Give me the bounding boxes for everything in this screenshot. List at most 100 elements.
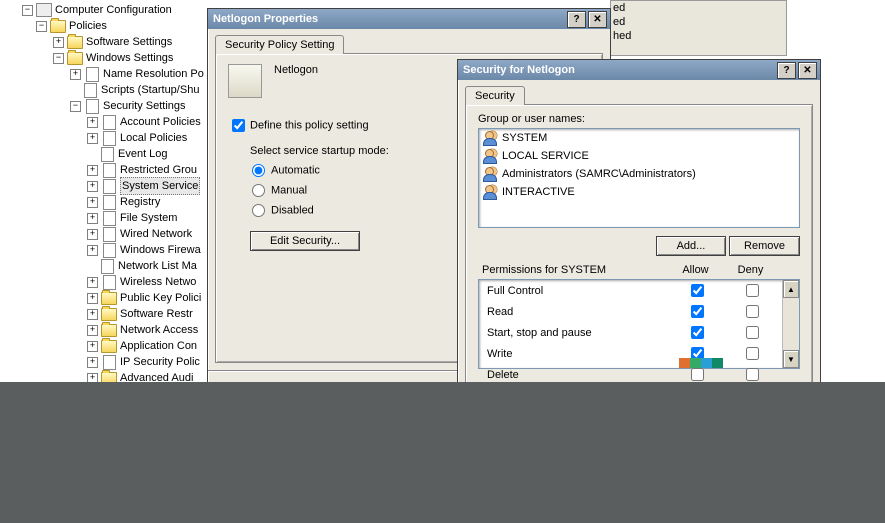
expand-icon[interactable]: +	[87, 277, 98, 288]
tree-item[interactable]: Software Restr	[120, 306, 193, 322]
tree-item[interactable]: Security Settings	[103, 98, 186, 114]
expand-icon[interactable]: +	[87, 213, 98, 224]
tree-item[interactable]: Scripts (Startup/Shu	[101, 82, 199, 98]
deny-checkbox[interactable]	[746, 284, 759, 297]
allow-checkbox[interactable]	[691, 284, 704, 297]
help-button[interactable]: ?	[777, 62, 796, 79]
help-button[interactable]: ?	[567, 11, 586, 28]
policy-icon	[103, 243, 116, 258]
service-name: Netlogon	[274, 64, 318, 76]
tree-item[interactable]: Wired Network	[120, 226, 192, 242]
gpo-tree[interactable]: −Computer Configuration −Policies +Softw…	[22, 2, 217, 382]
perm-name: Delete	[487, 369, 669, 381]
policy-icon	[103, 227, 116, 242]
radio-label: Automatic	[271, 164, 320, 176]
tree-item[interactable]: Account Policies	[120, 114, 201, 130]
expand-icon[interactable]: +	[87, 197, 98, 208]
tree-item[interactable]: Software Settings	[86, 34, 172, 50]
expand-icon[interactable]: +	[87, 245, 98, 256]
scrollbar[interactable]: ▲ ▼	[782, 280, 799, 368]
permission-row: Start, stop and pause	[479, 322, 783, 343]
expand-icon[interactable]: +	[53, 37, 64, 48]
bg-text: hed	[611, 29, 786, 43]
expand-icon[interactable]: +	[87, 229, 98, 240]
deny-checkbox[interactable]	[746, 347, 759, 360]
tree-item[interactable]: Wireless Netwo	[120, 274, 196, 290]
deny-checkbox[interactable]	[746, 326, 759, 339]
expand-icon[interactable]: +	[87, 357, 98, 368]
radio-disabled[interactable]	[252, 204, 265, 217]
expand-icon[interactable]: +	[87, 181, 98, 192]
policy-icon	[103, 115, 116, 130]
allow-checkbox[interactable]	[691, 368, 704, 381]
expand-icon[interactable]: +	[87, 117, 98, 128]
expand-icon[interactable]: +	[87, 309, 98, 320]
perm-name: Write	[487, 348, 669, 360]
radio-manual[interactable]	[252, 184, 265, 197]
collapse-icon[interactable]: −	[36, 21, 47, 32]
tab-security-policy[interactable]: Security Policy Setting	[215, 35, 344, 54]
tree-item[interactable]: Network Access	[120, 322, 198, 338]
policy-icon	[103, 275, 116, 290]
perm-name: Full Control	[487, 285, 669, 297]
radio-automatic[interactable]	[252, 164, 265, 177]
scroll-up-icon[interactable]: ▲	[783, 280, 799, 298]
radio-label: Manual	[271, 184, 307, 196]
folder-icon	[67, 52, 83, 65]
tree-item[interactable]: Event Log	[118, 146, 168, 162]
tree-item[interactable]: Local Policies	[120, 130, 187, 146]
group-label: Group or user names:	[478, 113, 800, 125]
tree-item[interactable]: Application Con	[120, 338, 197, 354]
permission-row: Full Control	[479, 280, 783, 301]
lower-region	[0, 382, 885, 523]
tree-item[interactable]: Windows Firewa	[120, 242, 201, 258]
collapse-icon[interactable]: −	[53, 53, 64, 64]
collapse-icon[interactable]: −	[70, 101, 81, 112]
expand-icon[interactable]: +	[87, 165, 98, 176]
tree-item[interactable]: Public Key Polici	[120, 290, 201, 306]
deny-header: Deny	[723, 264, 778, 276]
expand-icon[interactable]: +	[87, 133, 98, 144]
tree-item[interactable]: IP Security Polic	[120, 354, 200, 370]
script-icon	[84, 83, 97, 98]
define-policy-checkbox[interactable]	[232, 119, 245, 132]
bg-text: ed	[611, 15, 786, 29]
titlebar[interactable]: Security for Netlogon ? ✕	[458, 60, 820, 80]
policy-icon	[101, 147, 114, 162]
users-listbox[interactable]: SYSTEM LOCAL SERVICE Administrators (SAM…	[478, 128, 800, 228]
expand-icon[interactable]: +	[87, 341, 98, 352]
close-button[interactable]: ✕	[588, 11, 607, 28]
tree-item[interactable]: Windows Settings	[86, 50, 173, 66]
tree-item[interactable]: Network List Ma	[118, 258, 197, 274]
tree-item[interactable]: Registry	[120, 194, 160, 210]
remove-button[interactable]: Remove	[729, 236, 800, 256]
scroll-down-icon[interactable]: ▼	[783, 350, 799, 368]
tree-item[interactable]: Policies	[69, 18, 107, 34]
expand-icon[interactable]: +	[87, 325, 98, 336]
edit-security-button[interactable]: Edit Security...	[250, 231, 360, 251]
tree-item[interactable]: File System	[120, 210, 177, 226]
expand-icon[interactable]: +	[70, 69, 81, 80]
bg-text: ed	[611, 1, 786, 15]
folder-icon	[50, 20, 66, 33]
tree-item[interactable]: Name Resolution Po	[103, 66, 204, 82]
permissions-listbox[interactable]: Full ControlReadStart, stop and pauseWri…	[478, 279, 800, 369]
deny-checkbox[interactable]	[746, 368, 759, 381]
user-icon	[482, 184, 498, 200]
tree-item[interactable]: Restricted Grou	[120, 162, 197, 178]
folder-icon	[101, 292, 117, 305]
close-button[interactable]: ✕	[798, 62, 817, 79]
tree-root[interactable]: Computer Configuration	[55, 2, 172, 18]
allow-checkbox[interactable]	[691, 305, 704, 318]
allow-checkbox[interactable]	[691, 326, 704, 339]
titlebar[interactable]: Netlogon Properties ? ✕	[208, 9, 610, 29]
tree-item-selected[interactable]: System Service	[120, 177, 200, 195]
user-icon	[482, 148, 498, 164]
artifact	[679, 358, 723, 368]
tab-security[interactable]: Security	[465, 86, 525, 105]
expand-icon[interactable]: +	[87, 293, 98, 304]
deny-checkbox[interactable]	[746, 305, 759, 318]
policy-icon	[103, 355, 116, 370]
collapse-icon[interactable]: −	[22, 5, 33, 16]
add-button[interactable]: Add...	[656, 236, 726, 256]
